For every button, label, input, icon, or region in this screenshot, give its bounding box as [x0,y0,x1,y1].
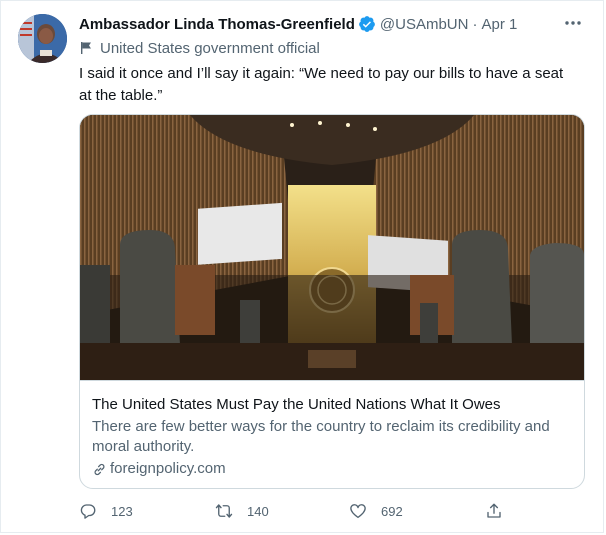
card-description: There are few better ways for the countr… [92,418,550,455]
government-label[interactable]: United States government official [79,38,320,58]
retweet-button[interactable]: 140 [215,502,269,520]
card-domain[interactable]: foreignpolicy.com [92,459,572,479]
author-handle[interactable]: @USAmbUN [380,16,469,33]
author-name[interactable]: Ambassador Linda Thomas-Greenfield [79,16,355,33]
verified-badge-icon [358,15,376,33]
card-image [80,115,584,381]
like-button[interactable]: 692 [349,502,403,520]
link-icon [94,463,105,475]
tweet-header: Ambassador Linda Thomas-Greenfield @USAm… [79,13,587,35]
reply-button[interactable]: 123 [79,502,133,520]
card-domain-text: foreignpolicy.com [110,460,226,477]
like-count: 692 [381,503,403,519]
separator-dot: · [472,15,478,33]
share-button[interactable] [485,502,503,520]
card-title[interactable]: The United States Must Pay the United Na… [92,395,572,415]
retweet-icon [215,504,233,518]
tweet-date[interactable]: Apr 1 [481,16,517,33]
link-card[interactable]: The United States Must Pay the United Na… [79,114,585,489]
retweet-count: 140 [247,503,269,519]
reply-count: 123 [111,503,133,519]
avatar[interactable] [18,14,67,63]
reply-icon [80,504,96,519]
tweet-text: I said it once and I’ll say it again: “W… [79,65,564,104]
share-icon [487,503,501,518]
more-icon[interactable] [563,13,583,33]
tweet-card[interactable]: Ambassador Linda Thomas-Greenfield @USAm… [0,0,604,533]
action-bar: 123 140 692 [79,499,509,523]
government-label-text: United States government official [100,39,320,57]
flag-icon [79,41,93,55]
heart-icon [350,504,366,519]
